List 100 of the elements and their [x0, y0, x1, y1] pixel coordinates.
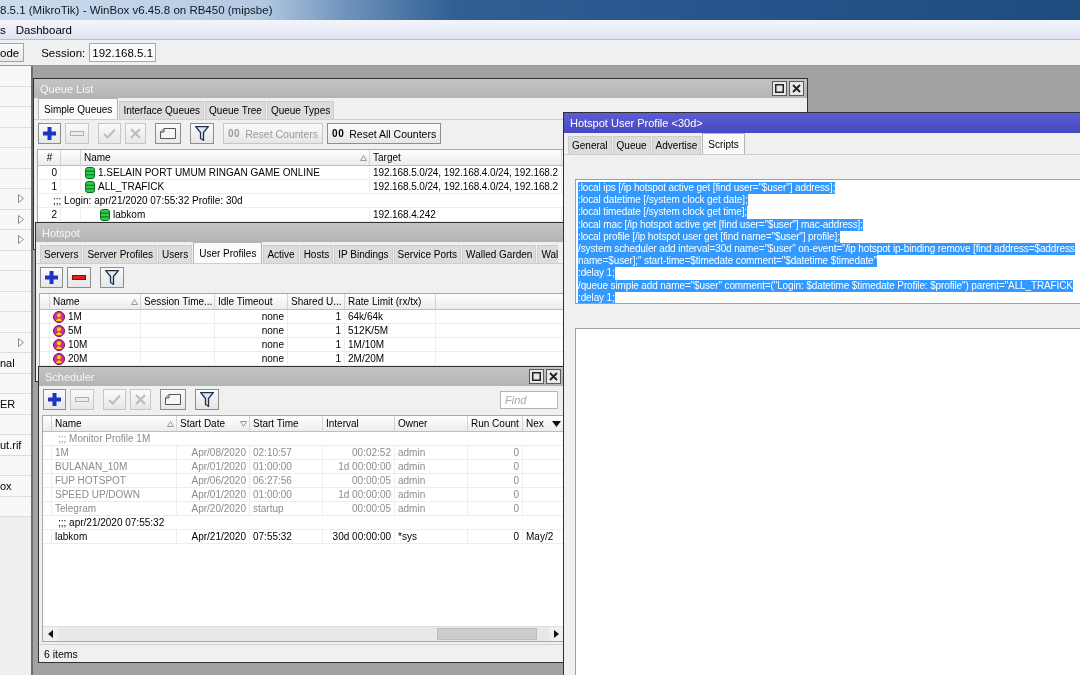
- interval: 30d 00:00:00: [332, 531, 391, 542]
- tab[interactable]: Queue Types: [266, 101, 335, 119]
- sidebar-item[interactable]: [0, 209, 31, 230]
- window-title: Hotspot: [42, 226, 80, 239]
- column-header[interactable]: Shared U...: [288, 294, 345, 309]
- sidebar-item[interactable]: [0, 496, 31, 517]
- sidebar-item[interactable]: [0, 107, 31, 128]
- sidebar-item[interactable]: [0, 148, 31, 169]
- script-field[interactable]: [575, 328, 1080, 675]
- sidebar-item[interactable]: [0, 373, 31, 394]
- filter-button[interactable]: [100, 267, 124, 288]
- column-header[interactable]: Name: [50, 294, 141, 309]
- plus-icon: [48, 393, 61, 406]
- tab[interactable]: Servers: [40, 245, 83, 263]
- owner: admin: [398, 489, 426, 500]
- person-badge-icon: [53, 310, 65, 323]
- mode-button[interactable]: ode: [0, 43, 25, 62]
- session-field[interactable]: 192.168.5.1: [89, 43, 157, 62]
- tab[interactable]: Queue: [612, 136, 651, 154]
- tab[interactable]: User Profiles: [193, 242, 263, 263]
- sort-icon: [131, 298, 138, 305]
- sidebar-item[interactable]: [0, 127, 31, 148]
- interval: 00:00:05: [352, 503, 391, 514]
- menu-item[interactable]: Dashboard: [15, 23, 72, 36]
- start-time: 01:00:00: [253, 461, 292, 472]
- sidebar-item[interactable]: [0, 168, 31, 189]
- rate-limit: 64k/64k: [348, 311, 384, 322]
- column-header[interactable]: #: [38, 150, 61, 165]
- scrollbar-thumb[interactable]: [437, 628, 537, 640]
- sidebar-item[interactable]: [0, 332, 31, 353]
- start-date: Apr/01/2020: [191, 489, 246, 500]
- filter-icon: [200, 392, 214, 407]
- sidebar-item[interactable]: ut.rif: [0, 435, 31, 456]
- queue-name: 1.SELAIN PORT UMUM RINGAN GAME ONLINE: [98, 167, 320, 178]
- tab[interactable]: Service Ports: [393, 245, 462, 263]
- minus-icon: [70, 131, 84, 136]
- tab[interactable]: Users: [158, 245, 193, 263]
- reset-counters-button[interactable]: 00 Reset All Counters: [327, 123, 442, 144]
- column-header[interactable]: Rate Limit (rx/tx): [345, 294, 436, 309]
- tab[interactable]: Advertise: [651, 136, 702, 154]
- sidebar-item[interactable]: [0, 189, 31, 210]
- script-field[interactable]: [575, 179, 1080, 304]
- tab[interactable]: Hosts: [299, 245, 334, 263]
- column-header[interactable]: Interval: [323, 416, 395, 431]
- column-header[interactable]: Session Time...: [141, 294, 215, 309]
- comment-button[interactable]: [160, 389, 186, 410]
- filter-button[interactable]: [195, 389, 219, 410]
- sidebar-item[interactable]: [0, 86, 31, 107]
- maximize-button[interactable]: [529, 369, 544, 384]
- sidebar-item[interactable]: ER: [0, 394, 31, 415]
- start-time: startup: [253, 503, 284, 514]
- add-button[interactable]: [40, 267, 63, 288]
- filter-button[interactable]: [190, 123, 214, 144]
- tab[interactable]: General: [568, 136, 612, 154]
- start-date: Apr/06/2020: [191, 475, 246, 486]
- comment-button[interactable]: [155, 123, 181, 144]
- shared-users: 1: [335, 311, 341, 322]
- menu-item[interactable]: s: [0, 23, 6, 36]
- sidebar-item[interactable]: [0, 271, 31, 292]
- column-header[interactable]: Idle Timeout: [215, 294, 288, 309]
- tab[interactable]: IP Bindings: [334, 245, 393, 263]
- sidebar-item[interactable]: [0, 414, 31, 435]
- column-header[interactable]: Start Time: [250, 416, 323, 431]
- run-count: 0: [513, 447, 519, 458]
- sidebar-item[interactable]: [0, 66, 31, 87]
- find-field[interactable]: Find: [500, 390, 558, 409]
- add-button[interactable]: [38, 123, 61, 144]
- close-button[interactable]: [546, 369, 561, 384]
- tab[interactable]: Server Profiles: [83, 245, 158, 263]
- column-header[interactable]: Name: [52, 416, 177, 431]
- tab[interactable]: Active: [263, 245, 299, 263]
- sidebar-item[interactable]: [0, 250, 31, 271]
- owner: admin: [398, 447, 426, 458]
- note-icon: [165, 394, 181, 405]
- column-header[interactable]: Name: [81, 150, 370, 165]
- column-header[interactable]: Start Date: [177, 416, 250, 431]
- maximize-button[interactable]: [772, 81, 787, 96]
- sidebar-item[interactable]: ox: [0, 476, 31, 497]
- column-header[interactable]: Owner: [395, 416, 468, 431]
- caret-right-icon: [18, 337, 24, 347]
- tab[interactable]: Simple Queues: [38, 98, 119, 119]
- barrel-icon: [85, 180, 95, 193]
- sidebar-item[interactable]: [0, 312, 31, 333]
- column-header[interactable]: Run Count: [468, 416, 523, 431]
- sidebar-item[interactable]: nal: [0, 353, 31, 374]
- tab[interactable]: Wal: [537, 245, 559, 263]
- sidebar-item[interactable]: [0, 291, 31, 312]
- queue-target: 192.168.5.0/24, 192.168.4.0/24, 192.168.2: [373, 167, 558, 178]
- owner: admin: [398, 461, 426, 472]
- window-title: Hotspot User Profile <30d>: [570, 117, 703, 129]
- close-button[interactable]: [789, 81, 804, 96]
- column-header[interactable]: Target: [370, 150, 562, 165]
- sidebar-item[interactable]: [0, 230, 31, 251]
- tab[interactable]: Queue Tree: [205, 101, 266, 119]
- tab[interactable]: Scripts: [702, 133, 745, 154]
- tab[interactable]: Walled Garden: [462, 245, 537, 263]
- remove-button[interactable]: [67, 267, 91, 288]
- add-button[interactable]: [43, 389, 66, 410]
- tab[interactable]: Interface Queues: [119, 101, 205, 119]
- sidebar-item[interactable]: [0, 455, 31, 476]
